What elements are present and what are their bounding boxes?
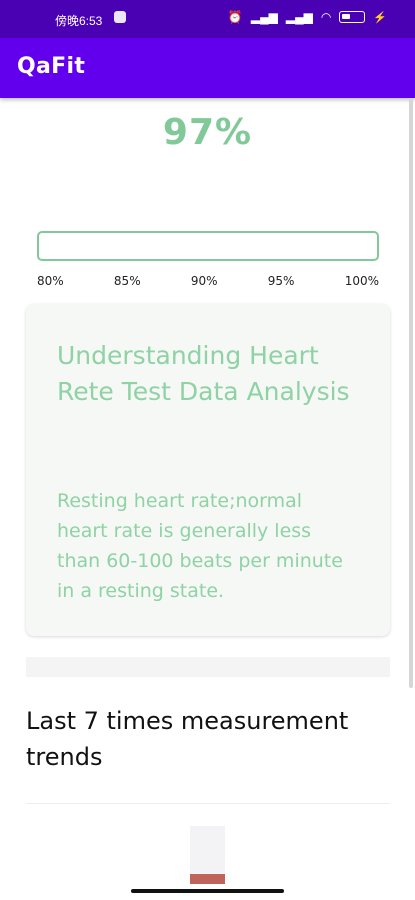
info-card-title: Understanding Heart Rete Test Data Analy… [57, 341, 350, 406]
info-card-body: Resting heart rate;normal heart rate is … [57, 490, 343, 602]
divider [26, 803, 390, 804]
progress-scale: 80% 85% 90% 95% 100% [37, 274, 379, 288]
battery-icon [339, 11, 366, 23]
trend-chart [190, 826, 225, 884]
status-icons: ⏰ ▂▄▆ ▂▄▆ ◠ ⚡ [228, 10, 387, 24]
scale-tick: 90% [190, 274, 218, 288]
scale-tick: 95% [267, 274, 295, 288]
wifi-icon: ◠ [320, 10, 332, 24]
app-title: QaFit [17, 54, 86, 79]
cell-signal-icon-2: ▂▄▆ [285, 10, 313, 24]
alarm-icon: ⏰ [227, 10, 243, 24]
app-notification-icon [114, 11, 126, 23]
info-card: Understanding Heart Rete Test Data Analy… [26, 304, 390, 636]
home-indicator[interactable] [131, 889, 284, 893]
trends-title: Last 7 times measurement trends [26, 707, 349, 771]
oxygen-percent-readout: 97% [162, 112, 253, 153]
section-divider-strip [26, 657, 390, 677]
cell-signal-icon: ▂▄▆ [250, 10, 278, 24]
scale-tick: 85% [113, 274, 141, 288]
trend-bar [190, 874, 225, 884]
scale-tick: 100% [344, 274, 379, 288]
status-bar: 傍晚6:53 ⏰ ▂▄▆ ▂▄▆ ◠ ⚡ [0, 0, 415, 38]
status-time: 傍晚6:53 [55, 14, 103, 28]
scrollbar[interactable] [409, 98, 413, 688]
saturation-progress-bar [37, 231, 379, 261]
charging-icon: ⚡ [373, 11, 387, 24]
scale-tick: 80% [37, 274, 64, 288]
app-bar: QaFit [0, 38, 415, 98]
